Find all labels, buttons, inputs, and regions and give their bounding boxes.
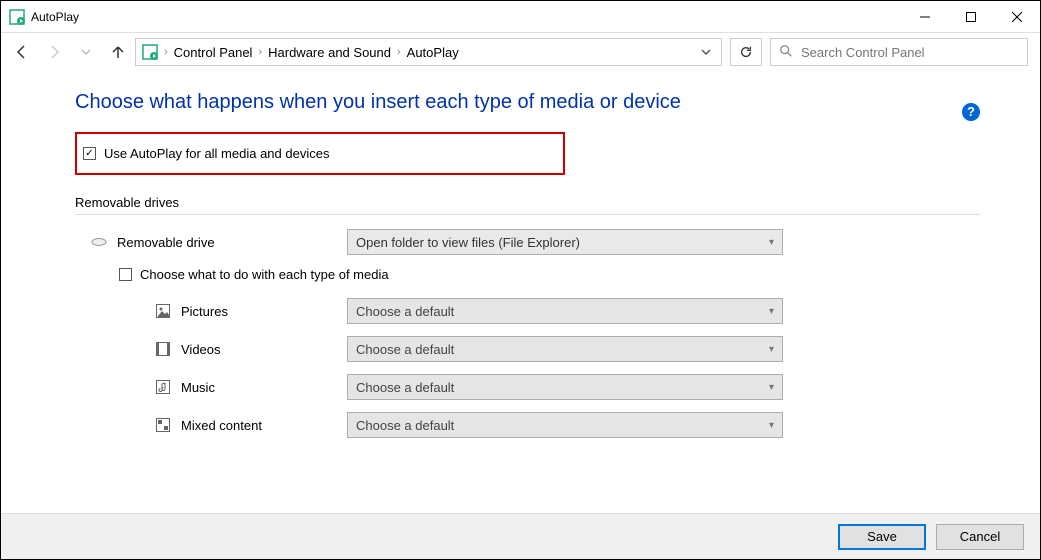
use-autoplay-label: Use AutoPlay for all media and devices [104,146,329,161]
removable-drives-header: Removable drives [75,195,980,210]
back-button[interactable] [13,43,31,61]
music-dropdown[interactable]: Choose a default ▾ [347,374,783,400]
chevron-down-icon: ▾ [769,306,774,317]
address-bar[interactable]: › Control Panel › Hardware and Sound › A… [135,38,722,66]
autoplay-location-icon [142,44,158,60]
search-icon [779,44,793,61]
pictures-label: Pictures [181,304,347,319]
help-icon[interactable]: ? [962,103,980,121]
each-type-label: Choose what to do with each type of medi… [140,267,389,282]
breadcrumb-separator: › [164,46,168,58]
close-button[interactable] [994,1,1040,33]
maximize-button[interactable] [948,1,994,33]
removable-drive-dropdown[interactable]: Open folder to view files (File Explorer… [347,229,783,255]
breadcrumb-control-panel[interactable]: Control Panel [174,45,253,60]
save-button[interactable]: Save [838,524,926,550]
search-box[interactable] [770,38,1028,66]
videos-dropdown[interactable]: Choose a default ▾ [347,336,783,362]
videos-icon [155,341,171,357]
removable-drive-icon [91,234,107,250]
window-title: AutoPlay [31,10,79,24]
mixed-content-dropdown[interactable]: Choose a default ▾ [347,412,783,438]
chevron-down-icon: ▾ [769,382,774,393]
videos-value: Choose a default [356,342,454,357]
use-autoplay-checkbox[interactable] [83,147,96,160]
music-value: Choose a default [356,380,454,395]
address-dropdown-button[interactable] [701,45,711,60]
recent-locations-button[interactable] [77,43,95,61]
page-title: Choose what happens when you insert each… [75,91,681,114]
pictures-dropdown[interactable]: Choose a default ▾ [347,298,783,324]
mixed-content-label: Mixed content [181,418,347,433]
pictures-value: Choose a default [356,304,454,319]
chevron-down-icon: ▾ [769,420,774,431]
autoplay-app-icon [9,9,25,25]
content-area: Choose what happens when you insert each… [1,71,1040,513]
mixed-content-icon [155,417,171,433]
pictures-icon [155,303,171,319]
removable-drive-value: Open folder to view files (File Explorer… [356,235,580,250]
title-bar: AutoPlay [1,1,1040,33]
chevron-down-icon: ▾ [769,237,774,248]
forward-button[interactable] [45,43,63,61]
removable-drive-label: Removable drive [117,235,347,250]
music-label: Music [181,380,347,395]
chevron-down-icon: ▾ [769,344,774,355]
each-type-checkbox[interactable] [119,268,132,281]
minimize-button[interactable] [902,1,948,33]
mixed-content-value: Choose a default [356,418,454,433]
breadcrumb-autoplay[interactable]: AutoPlay [407,45,459,60]
cancel-label: Cancel [960,529,1000,544]
breadcrumb-separator: › [258,46,262,58]
music-icon [155,379,171,395]
search-input[interactable] [801,45,1019,60]
breadcrumb-separator: › [397,46,401,58]
save-label: Save [867,529,897,544]
section-divider [75,214,980,215]
footer-bar: Save Cancel [1,513,1040,559]
refresh-button[interactable] [730,38,762,66]
videos-label: Videos [181,342,347,357]
cancel-button[interactable]: Cancel [936,524,1024,550]
nav-bar: › Control Panel › Hardware and Sound › A… [1,33,1040,71]
breadcrumb-hardware-and-sound[interactable]: Hardware and Sound [268,45,391,60]
up-button[interactable] [109,43,127,61]
highlight-annotation: Use AutoPlay for all media and devices [75,132,565,175]
